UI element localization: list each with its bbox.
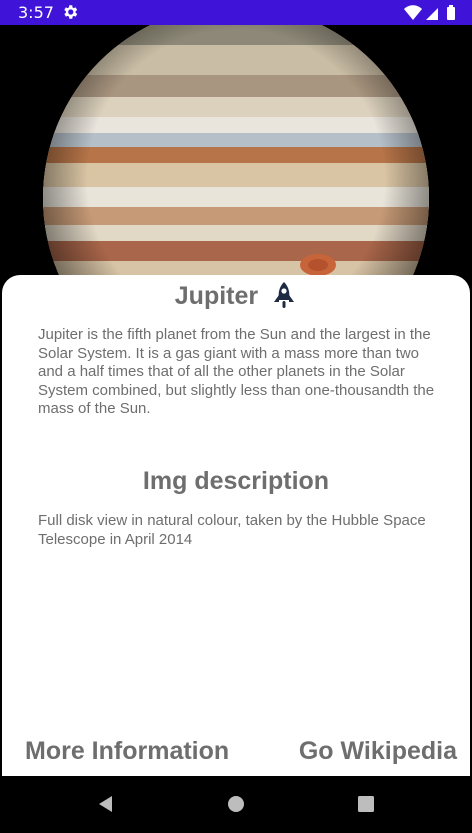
title-row: Jupiter bbox=[2, 281, 470, 313]
status-icons bbox=[404, 5, 455, 20]
image-description-text: Full disk view in natural colour, taken … bbox=[38, 512, 426, 548]
rocket-icon bbox=[274, 282, 295, 308]
image-description-heading: Img description bbox=[142, 467, 330, 495]
signal-icon bbox=[426, 8, 438, 20]
app-screen: 3:57 Jupiter Jupiter is the fifth planet… bbox=[0, 0, 472, 833]
go-wikipedia-button[interactable]: Go Wikipedia bbox=[299, 735, 457, 767]
info-card: Jupiter Jupiter is the fifth planet from… bbox=[2, 275, 470, 776]
back-icon[interactable] bbox=[94, 792, 118, 816]
more-information-button[interactable]: More Information bbox=[25, 735, 229, 767]
status-time: 3:57 bbox=[18, 3, 54, 22]
gear-icon bbox=[64, 5, 78, 19]
status-bar: 3:57 bbox=[0, 0, 472, 25]
planet-title: Jupiter bbox=[174, 282, 259, 310]
planet-description: Jupiter is the fifth planet from the Sun… bbox=[38, 326, 435, 418]
navigation-bar bbox=[0, 776, 472, 833]
home-icon[interactable] bbox=[224, 792, 248, 816]
recents-icon[interactable] bbox=[354, 792, 378, 816]
wifi-icon bbox=[404, 5, 422, 20]
planet-image bbox=[0, 25, 472, 295]
battery-icon bbox=[447, 7, 455, 20]
